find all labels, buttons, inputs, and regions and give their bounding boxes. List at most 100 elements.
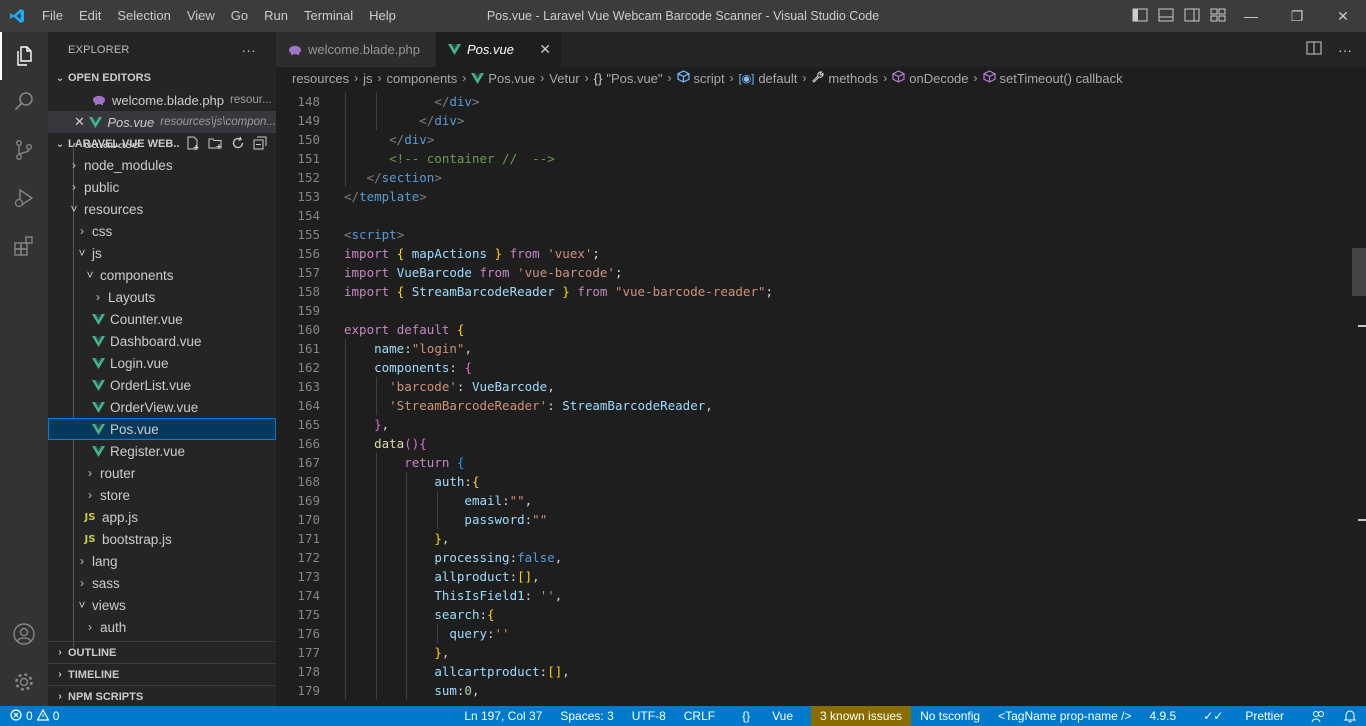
- menu-edit[interactable]: Edit: [71, 0, 109, 32]
- code-line[interactable]: allcartproduct:[],: [344, 662, 1344, 681]
- accounts-icon[interactable]: [0, 610, 48, 658]
- tree-file[interactable]: OrderList.vue: [48, 374, 276, 396]
- code-line[interactable]: </template>: [344, 187, 1344, 206]
- close-editor-icon[interactable]: ✕: [74, 114, 89, 130]
- tree-file[interactable]: Dashboard.vue: [48, 330, 276, 352]
- code-line[interactable]: },: [344, 529, 1344, 548]
- code-line[interactable]: 'barcode': VueBarcode,: [344, 377, 1344, 396]
- toggle-panel-icon[interactable]: [1158, 8, 1174, 25]
- tree-folder[interactable]: › sass: [48, 572, 276, 594]
- breadcrumb-item[interactable]: {} "Pos.vue": [594, 71, 663, 86]
- toggle-secondary-sidebar-icon[interactable]: [1184, 8, 1200, 25]
- code-line[interactable]: data(){: [344, 434, 1344, 453]
- code-line[interactable]: email:"",: [344, 491, 1344, 510]
- notifications-bell-icon[interactable]: [1334, 706, 1366, 726]
- menu-selection[interactable]: Selection: [109, 0, 178, 32]
- code-lines[interactable]: </div> </div> </div> <!-- container // -…: [344, 92, 1344, 700]
- prettier-status[interactable]: ✓✓ Prettier: [1185, 706, 1302, 726]
- tree-file[interactable]: JS app.js: [48, 506, 276, 528]
- breadcrumb-item[interactable]: resources: [292, 71, 349, 86]
- tree-folder[interactable]: › database: [48, 143, 276, 154]
- explorer-icon[interactable]: [0, 32, 48, 80]
- language-mode[interactable]: {​} Vue: [724, 706, 811, 726]
- code-line[interactable]: </div>: [344, 111, 1344, 130]
- breadcrumb-item[interactable]: methods: [811, 70, 878, 86]
- code-line[interactable]: },: [344, 415, 1344, 434]
- code-line[interactable]: <script>: [344, 225, 1344, 244]
- breadcrumb-item[interactable]: [◉] default: [739, 71, 798, 86]
- tree-file[interactable]: Counter.vue: [48, 308, 276, 330]
- code-line[interactable]: components: {: [344, 358, 1344, 377]
- split-editor-icon[interactable]: [1306, 41, 1322, 58]
- tsconfig-status[interactable]: No tsconfig: [911, 706, 989, 726]
- run-debug-icon[interactable]: [0, 174, 48, 222]
- source-control-icon[interactable]: [0, 126, 48, 174]
- tree-folder[interactable]: › store: [48, 484, 276, 506]
- code-line[interactable]: 'StreamBarcodeReader': StreamBarcodeRead…: [344, 396, 1344, 415]
- code-line[interactable]: export default {: [344, 320, 1344, 339]
- menu-view[interactable]: View: [179, 0, 223, 32]
- open-editor-item[interactable]: welcome.blade.php resour...: [48, 89, 276, 111]
- tree-folder[interactable]: › auth: [48, 616, 276, 638]
- end-of-line[interactable]: CRLF: [675, 706, 724, 726]
- timeline-section[interactable]: › TIMELINE: [48, 663, 276, 685]
- tree-folder[interactable]: ˅ js: [48, 242, 276, 264]
- code-line[interactable]: processing:false,: [344, 548, 1344, 567]
- menu-run[interactable]: Run: [256, 0, 296, 32]
- close-window-icon[interactable]: ✕: [1320, 0, 1366, 32]
- code-line[interactable]: [344, 206, 1344, 225]
- tree-folder[interactable]: › Layouts: [48, 286, 276, 308]
- extensions-icon[interactable]: [0, 222, 48, 270]
- outline-section[interactable]: › OUTLINE: [48, 641, 276, 663]
- code-line[interactable]: </div>: [344, 92, 1344, 111]
- breadcrumb-item[interactable]: Pos.vue: [471, 71, 535, 86]
- breadcrumb-item[interactable]: script: [676, 70, 725, 86]
- cursor-position[interactable]: Ln 197, Col 37: [455, 706, 551, 726]
- breadcrumb-item[interactable]: onDecode: [892, 70, 969, 86]
- code-line[interactable]: ThisIsField1: '',: [344, 586, 1344, 605]
- code-line[interactable]: auth:{: [344, 472, 1344, 491]
- tree-folder[interactable]: › router: [48, 462, 276, 484]
- code-line[interactable]: name:"login",: [344, 339, 1344, 358]
- code-line[interactable]: import VueBarcode from 'vue-barcode';: [344, 263, 1344, 282]
- menu-terminal[interactable]: Terminal: [296, 0, 361, 32]
- open-editor-item-active[interactable]: ✕ Pos.vue resources\js\compon...: [48, 111, 276, 133]
- encoding[interactable]: UTF-8: [623, 706, 675, 726]
- tree-folder[interactable]: ˅ resources: [48, 198, 276, 220]
- tree-folder[interactable]: › public: [48, 176, 276, 198]
- tree-file[interactable]: Register.vue: [48, 440, 276, 462]
- code-line[interactable]: return {: [344, 453, 1344, 472]
- indentation[interactable]: Spaces: 3: [551, 706, 622, 726]
- code-line[interactable]: sum:0,: [344, 681, 1344, 700]
- npm-scripts-section[interactable]: › NPM SCRIPTS: [48, 685, 276, 706]
- code-editor[interactable]: 148 149 150 151 152 153 154 155 156 157 158 159 160 1…: [276, 89, 1366, 706]
- problems-indicator[interactable]: 0 0: [0, 708, 59, 724]
- tree-file[interactable]: Login.vue: [48, 352, 276, 374]
- tree-folder[interactable]: › css: [48, 220, 276, 242]
- tree-file[interactable]: JS bootstrap.js: [48, 528, 276, 550]
- minimize-icon[interactable]: —: [1228, 0, 1274, 32]
- code-line[interactable]: </section>: [344, 168, 1344, 187]
- open-editors-header[interactable]: ⌄ OPEN EDITORS: [48, 67, 276, 89]
- code-line[interactable]: import { mapActions } from 'vuex';: [344, 244, 1344, 263]
- menu-go[interactable]: Go: [223, 0, 256, 32]
- more-actions-icon[interactable]: ···: [1338, 42, 1352, 58]
- code-line[interactable]: },: [344, 643, 1344, 662]
- tab-welcome-blade[interactable]: welcome.blade.php: [276, 32, 436, 67]
- known-issues[interactable]: 3 known issues: [811, 706, 912, 726]
- ts-version[interactable]: 4.9.5: [1141, 706, 1186, 726]
- customize-layout-icon[interactable]: [1210, 8, 1226, 25]
- tree-file[interactable]: OrderView.vue: [48, 396, 276, 418]
- breadcrumb-item[interactable]: components: [386, 71, 457, 86]
- feedback-icon[interactable]: [1302, 706, 1334, 726]
- breadcrumb-item[interactable]: js: [363, 71, 372, 86]
- tree-folder[interactable]: › node_modules: [48, 154, 276, 176]
- code-line[interactable]: search:{: [344, 605, 1344, 624]
- code-line[interactable]: </div>: [344, 130, 1344, 149]
- menu-file[interactable]: File: [34, 0, 71, 32]
- code-line[interactable]: password:"": [344, 510, 1344, 529]
- tree-file[interactable]: Pos.vue: [48, 418, 276, 440]
- search-icon[interactable]: [0, 78, 48, 126]
- code-line[interactable]: query:'': [344, 624, 1344, 643]
- tree-folder[interactable]: › lang: [48, 550, 276, 572]
